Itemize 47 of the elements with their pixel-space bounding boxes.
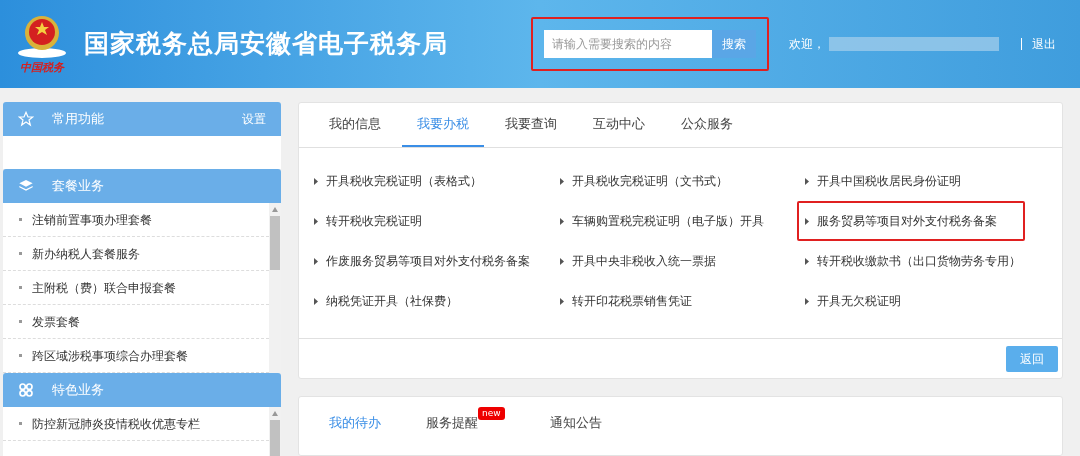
section-title: 常用功能 [52,110,104,129]
service-link[interactable]: 开具中央非税收入统一票据 [551,248,724,274]
triangle-bullet-icon [314,217,318,225]
service-link[interactable]: 开具无欠税证明 [797,288,910,314]
new-badge: new [478,407,505,420]
emblem-icon [16,13,68,61]
service-link[interactable]: 纳税凭证开具（社保费） [306,288,466,314]
nav-tab[interactable]: 我的信息 [314,103,396,147]
scroll-up-arrow-icon[interactable] [272,411,278,416]
triangle-bullet-icon [805,257,810,265]
triangle-bullet-icon [559,217,564,225]
triangle-bullet-icon [805,297,810,305]
triangle-bullet-icon [314,297,318,305]
star-icon [18,111,34,127]
service-link[interactable]: 开具税收完税证明（文书式） [551,168,736,194]
service-link[interactable]: 服务贸易等项目对外支付税务备案 [797,201,1026,241]
service-link[interactable]: 转开税收缴款书（出口货物劳务专用） [797,248,1030,274]
welcome-text: 欢迎， [789,36,825,53]
service-link[interactable]: 车辆购置税完税证明（电子版）开具 [551,208,772,234]
nav-tab[interactable]: 公众服务 [666,103,748,147]
site-title: 国家税务总局安徽省电子税务局 [84,28,448,61]
triangle-bullet-icon [314,177,318,185]
notice-tab[interactable]: 通知公告 [534,407,602,433]
triangle-bullet-icon [805,217,810,225]
service-link[interactable]: 作废服务贸易等项目对外支付税务备案 [306,248,538,274]
nav-tab[interactable]: 我要办税 [402,103,484,147]
scrollbar[interactable] [269,407,281,456]
search-field[interactable]: 请输入需要搜索的内容 [544,30,712,58]
triangle-bullet-icon [559,177,564,185]
nav-tab[interactable]: 我要查询 [490,103,572,147]
triangle-bullet-icon [559,257,564,265]
triangle-bullet-icon [805,177,810,185]
nav-tab[interactable]: 互动中心 [578,103,660,147]
section-title: 特色业务 [52,381,104,400]
logo-caption: 中国税务 [20,61,64,75]
notice-tab[interactable]: 我的待办 [314,407,381,433]
clover-icon [18,382,34,398]
service-link[interactable]: 开具中国税收居民身份证明 [797,168,970,194]
triangle-bullet-icon [314,257,318,265]
triangle-bullet-icon [559,297,564,305]
notice-tab[interactable]: 服务提醒 [411,407,478,433]
service-link[interactable]: 转开印花税票销售凭证 [551,288,700,314]
section-title: 套餐业务 [52,177,104,196]
service-link[interactable]: 开具税收完税证明（表格式） [306,168,490,194]
scroll-up-arrow-icon[interactable] [272,207,278,212]
service-link[interactable]: 转开税收完税证明 [306,208,430,234]
scrollbar[interactable] [269,203,281,373]
